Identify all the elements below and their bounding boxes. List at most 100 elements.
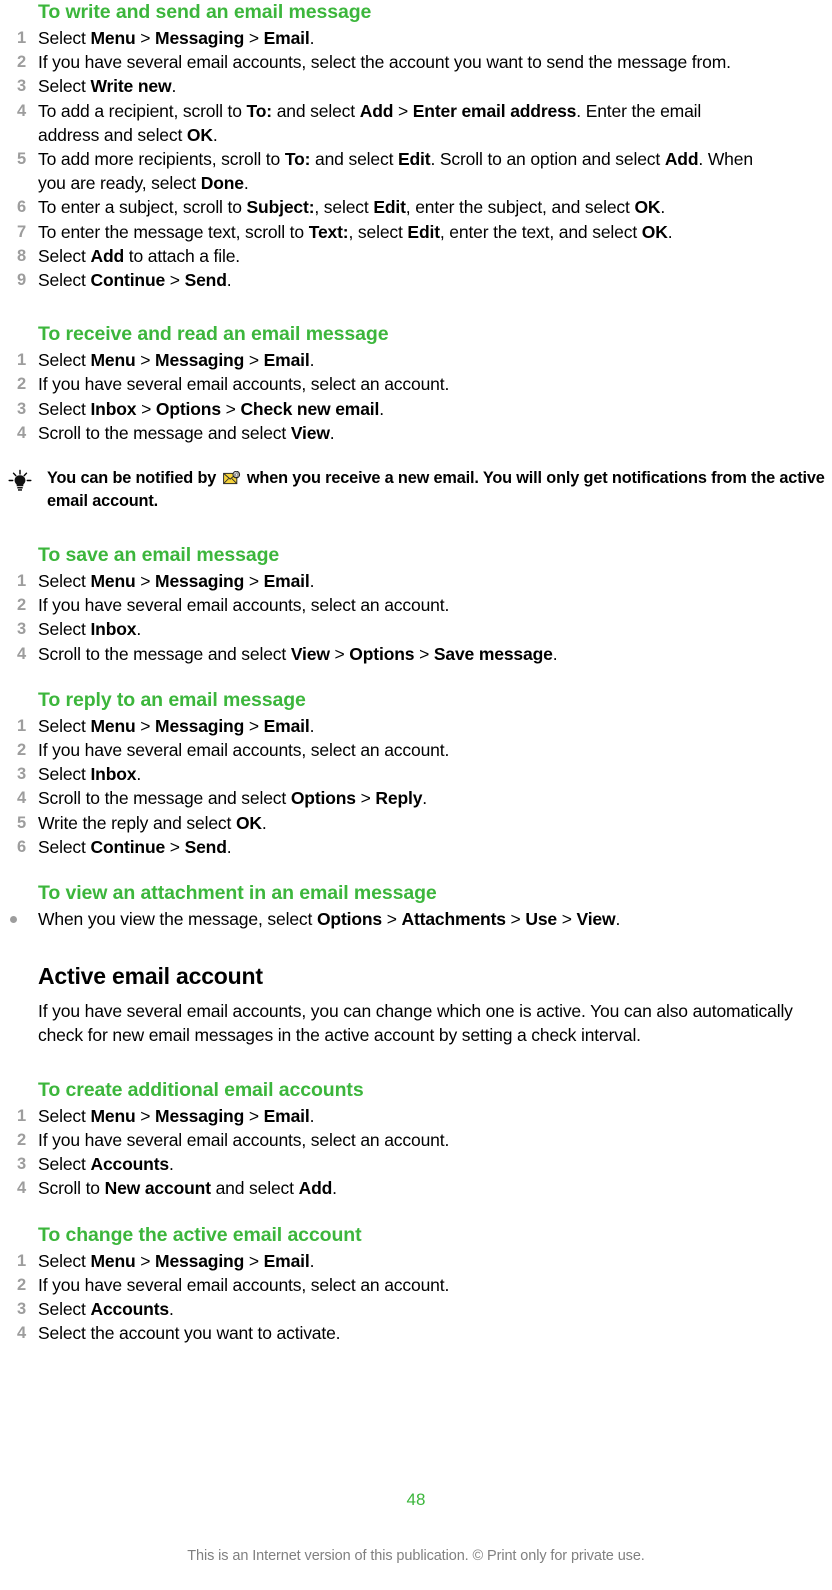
section-reply: To reply to an email message 1 Select Men… <box>0 688 832 859</box>
step-number: 3 <box>16 765 26 784</box>
step-item: 1 Select Menu > Messaging > Email. <box>0 569 760 593</box>
plain-text: Select <box>38 1298 91 1319</box>
ui-term: Add <box>359 100 394 121</box>
step-item: 7 To enter the message text, scroll to Te… <box>0 220 760 244</box>
plain-text: to attach a file. <box>124 245 241 266</box>
ui-term: Messaging <box>155 28 245 48</box>
plain-text: and select <box>272 100 360 121</box>
step-item: 3 Select Accounts. <box>0 1152 760 1176</box>
step-text: To add more recipients, scroll to To: an… <box>38 149 753 193</box>
step-number: 4 <box>16 1179 26 1198</box>
step-number: 3 <box>16 399 26 418</box>
ui-term: Messaging <box>155 1250 245 1271</box>
section-receive-read: To receive and read an email message 1 Se… <box>0 322 832 445</box>
step-number: 4 <box>16 101 26 120</box>
step-number: 6 <box>16 198 26 217</box>
plain-text: . <box>615 909 621 930</box>
ui-term: OK <box>235 812 262 833</box>
ui-term: Email <box>263 571 310 592</box>
ui-term: Inbox <box>90 619 137 640</box>
plain-text: When you view the message, select <box>38 909 317 930</box>
step-item: 1 Select Menu > Messaging > Email. <box>0 1249 760 1273</box>
plain-text: > <box>393 100 413 121</box>
plain-text: . <box>309 571 315 592</box>
ui-term: Add <box>298 1178 333 1199</box>
ui-term: View <box>576 909 616 930</box>
step-item: 1 Select Menu > Messaging > Email. <box>0 1104 760 1128</box>
plain-text: Select <box>38 1154 91 1175</box>
step-number: 3 <box>16 1155 26 1174</box>
plain-text: . <box>171 76 177 97</box>
step-text: To enter a subject, scroll to Subject:, … <box>38 197 665 217</box>
step-number: 7 <box>16 222 26 241</box>
ui-term: OK <box>634 197 661 218</box>
step-number: 6 <box>16 837 26 856</box>
tip-text-before: You can be notified by <box>47 469 217 488</box>
plain-text: > <box>244 1250 264 1271</box>
step-item: 4 Scroll to New account and select Add. <box>0 1176 760 1200</box>
step-text: If you have several email accounts, sele… <box>38 52 731 72</box>
plain-text: > <box>244 350 264 371</box>
step-text: Select Continue > Send. <box>38 837 232 857</box>
step-text: Select Accounts. <box>38 1154 174 1174</box>
ui-term: Accounts <box>90 1298 169 1319</box>
step-list: 1 Select Menu > Messaging > Email. 2 If you… <box>0 569 832 666</box>
step-text: Select Menu > Messaging > Email. <box>38 716 314 736</box>
step-item: 2 If you have several email accounts, sel… <box>0 1128 760 1152</box>
step-item: 2 If you have several email accounts, sel… <box>0 593 760 617</box>
plain-text: Write the reply and select <box>38 812 236 833</box>
ui-term: Messaging <box>155 1105 245 1126</box>
step-item: 2 If you have several email accounts, sel… <box>0 50 760 74</box>
plain-text: . <box>309 28 315 48</box>
step-text: Select Inbox. <box>38 764 141 784</box>
step-number: 3 <box>16 620 26 639</box>
tip-note: You can be notified by @ when you receiv… <box>0 467 832 513</box>
ui-term: Options <box>290 788 356 809</box>
step-item: 3 Select Accounts. <box>0 1297 760 1321</box>
plain-text: Select <box>38 619 91 640</box>
step-text: Select Menu > Messaging > Email. <box>38 1106 314 1126</box>
step-list: 1 Select Menu > Messaging > Email. 2 If you… <box>0 1104 832 1201</box>
step-list: 1 Select Menu > Messaging > Email. 2 If you… <box>0 348 832 445</box>
step-item: 2 If you have several email accounts, sel… <box>0 372 760 396</box>
plain-text: . <box>136 764 142 785</box>
plain-text: . <box>309 1250 315 1271</box>
ui-term: Email <box>263 1105 310 1126</box>
step-number: 8 <box>16 246 26 265</box>
ui-term: Messaging <box>155 571 245 592</box>
section-attachment: To view an attachment in an email messag… <box>0 881 832 931</box>
step-item: 4 Scroll to the message and select Option… <box>0 786 760 810</box>
step-list: 1 Select Menu > Messaging > Email. 2 If you… <box>0 26 832 292</box>
ui-term: Messaging <box>155 350 245 371</box>
section-body-text: If you have several email accounts, you … <box>38 1001 793 1046</box>
step-text: If you have several email accounts, sele… <box>38 1275 449 1295</box>
step-number: 1 <box>16 1106 26 1125</box>
step-text: Write the reply and select OK. <box>38 813 267 833</box>
ui-term: To: <box>284 149 311 170</box>
plain-text: > <box>165 270 185 291</box>
plain-text: . <box>212 124 218 145</box>
ui-term: Check new email <box>240 398 380 419</box>
step-number: 4 <box>16 1324 26 1343</box>
plain-text: . <box>379 398 384 419</box>
ui-term: Accounts <box>90 1154 169 1175</box>
step-text: Scroll to New account and select Add. <box>38 1178 337 1198</box>
ui-term: Save message <box>433 643 553 664</box>
section-save: To save an email message 1 Select Menu > … <box>0 543 832 666</box>
step-item: 5 Write the reply and select OK. <box>0 811 760 835</box>
ui-term: Messaging <box>155 715 245 736</box>
step-text: To add a recipient, scroll to To: and se… <box>38 101 701 145</box>
plain-text: . <box>169 1154 174 1175</box>
plain-text: . <box>667 221 673 242</box>
ui-term: Write new <box>90 76 172 97</box>
lightbulb-tip-icon <box>6 469 34 493</box>
section-create-accounts: To create additional email accounts 1 Sel… <box>0 1078 832 1201</box>
ui-term: Enter email address <box>412 100 577 121</box>
step-number: 1 <box>16 716 26 735</box>
ui-term: Use <box>525 909 557 930</box>
plain-text: If you have several email accounts, sele… <box>38 595 450 616</box>
